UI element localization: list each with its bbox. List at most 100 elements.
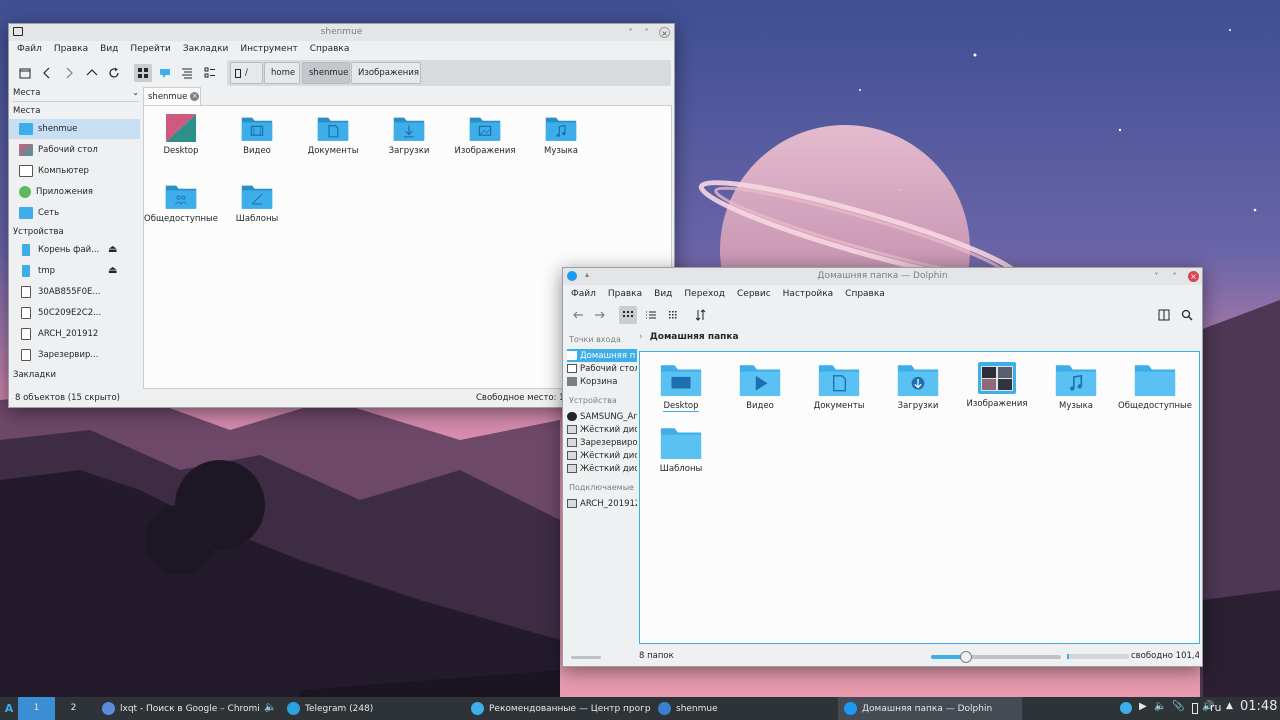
minimize-button[interactable]: ˅: [625, 27, 636, 38]
back-button[interactable]: [569, 306, 587, 324]
volume-icon[interactable]: 🔈: [264, 702, 276, 713]
icons-view-button[interactable]: [619, 306, 637, 324]
new-window-button[interactable]: [16, 64, 34, 82]
file-templates[interactable]: Шаблоны: [643, 424, 719, 474]
file-documents[interactable]: Документы: [801, 361, 877, 411]
close-button[interactable]: ×: [1188, 271, 1199, 282]
thumbnail-view-button[interactable]: [156, 64, 174, 82]
path-segment-pictures[interactable]: Изображения: [351, 62, 421, 84]
menu-file[interactable]: Файл: [17, 44, 42, 54]
search-button[interactable]: [1178, 306, 1196, 324]
device-hdd-2[interactable]: Жёсткий дис: [567, 449, 637, 462]
zoom-slider[interactable]: [931, 651, 1061, 663]
device-reserved[interactable]: Зарезервиро: [567, 436, 637, 449]
place-home[interactable]: Домашняя п: [567, 349, 637, 362]
breadcrumb-home[interactable]: Домашняя папка: [650, 332, 739, 342]
menu-help[interactable]: Справка: [310, 44, 350, 54]
place-network[interactable]: Сеть: [9, 203, 140, 223]
media-play-icon[interactable]: ▶: [1139, 701, 1147, 712]
file-downloads[interactable]: Загрузки: [880, 361, 956, 411]
file-pictures[interactable]: Изображения: [959, 361, 1035, 409]
tray-expand-icon[interactable]: ▲: [1226, 701, 1233, 711]
device-samsung[interactable]: SAMSUNG_Ar: [567, 410, 637, 423]
menu-view[interactable]: Вид: [654, 289, 672, 299]
place-applications[interactable]: Приложения: [9, 182, 140, 202]
eject-icon[interactable]: ⏏: [108, 265, 117, 276]
device-root[interactable]: Корень фай...: [9, 240, 140, 260]
file-desktop[interactable]: Desktop: [643, 361, 719, 412]
place-trash[interactable]: Корзина: [567, 375, 637, 388]
reload-button[interactable]: [105, 64, 123, 82]
file-music[interactable]: Музыка: [523, 114, 599, 156]
task-telegram[interactable]: Telegram (248): [281, 697, 463, 720]
tab-shenmue[interactable]: shenmue ×: [143, 87, 201, 105]
close-button[interactable]: ×: [659, 27, 670, 38]
path-segment-shenmue[interactable]: shenmue: [302, 62, 350, 84]
panel-resize-handle[interactable]: [571, 656, 601, 659]
menu-edit[interactable]: Правка: [54, 44, 88, 54]
task-dolphin[interactable]: Домашняя папка — Dolphin: [838, 697, 1022, 720]
menu-go[interactable]: Перейти: [130, 44, 171, 54]
clock[interactable]: 01:48: [1240, 699, 1277, 714]
menu-help[interactable]: Справка: [845, 289, 885, 299]
file-desktop[interactable]: Desktop: [143, 114, 219, 156]
file-templates[interactable]: Шаблоны: [219, 182, 295, 224]
forward-button[interactable]: [60, 64, 78, 82]
desktop-1-button[interactable]: 1: [18, 697, 55, 720]
icon-view-button[interactable]: [134, 64, 152, 82]
place-home[interactable]: shenmue: [9, 119, 140, 139]
device-arch[interactable]: ARCH_201912: [9, 324, 140, 344]
place-desktop[interactable]: Рабочий стол: [567, 362, 637, 375]
task-discover[interactable]: Рекомендованные — Центр програ...: [465, 697, 651, 720]
file-public[interactable]: Общедоступные: [1117, 361, 1193, 411]
compact-view-button[interactable]: [178, 64, 196, 82]
file-pictures[interactable]: Изображения: [447, 114, 523, 156]
update-tray-icon[interactable]: [1120, 702, 1132, 714]
back-button[interactable]: [38, 64, 56, 82]
split-view-button[interactable]: [1155, 306, 1173, 324]
keyboard-layout[interactable]: ru: [1210, 701, 1222, 714]
pcmanfm-titlebar[interactable]: shenmue ˅ ˄ ×: [9, 24, 674, 41]
detailed-view-button[interactable]: [201, 64, 219, 82]
device-arch[interactable]: ARCH_201912: [567, 497, 637, 510]
path-segment-home[interactable]: home: [264, 62, 300, 84]
task-pcmanfm[interactable]: shenmue: [652, 697, 836, 720]
details-view-button[interactable]: [664, 306, 682, 324]
eject-icon[interactable]: ⏏: [108, 244, 117, 255]
menu-view[interactable]: Вид: [100, 44, 118, 54]
device-hdd-1[interactable]: Жёсткий дис: [567, 423, 637, 436]
menu-settings[interactable]: Настройка: [783, 289, 834, 299]
sort-button[interactable]: [692, 306, 710, 324]
path-root-button[interactable]: /: [230, 62, 263, 84]
place-desktop[interactable]: Рабочий стол: [9, 140, 140, 160]
menu-go[interactable]: Переход: [684, 289, 725, 299]
place-computer[interactable]: Компьютер: [9, 161, 140, 181]
side-pane-selector[interactable]: Места ⌄: [13, 88, 139, 102]
volume-tray-icon[interactable]: 🔈: [1154, 701, 1166, 712]
file-documents[interactable]: Документы: [295, 114, 371, 156]
file-music[interactable]: Музыка: [1038, 361, 1114, 411]
menu-edit[interactable]: Правка: [608, 289, 642, 299]
zoom-slider-handle[interactable]: [960, 651, 973, 663]
menu-tools[interactable]: Сервис: [737, 289, 771, 299]
maximize-button[interactable]: ˄: [641, 27, 652, 38]
maximize-button[interactable]: ˄: [1169, 271, 1180, 282]
menu-bookmarks[interactable]: Закладки: [183, 44, 229, 54]
dolphin-titlebar[interactable]: ▴ Домашняя папка — Dolphin ˅ ˄ ×: [563, 268, 1202, 285]
compact-view-button[interactable]: [642, 306, 660, 324]
location-bar[interactable]: › Домашняя папка: [639, 332, 739, 342]
close-tab-icon[interactable]: ×: [190, 92, 200, 101]
device-hdd-3[interactable]: Жёсткий дис: [567, 462, 637, 475]
device-tmp[interactable]: tmp: [9, 261, 140, 281]
device-disk-1[interactable]: 30AB855F0E...: [9, 282, 140, 302]
desktop-2-button[interactable]: 2: [55, 697, 92, 720]
app-menu-button[interactable]: A: [0, 697, 18, 720]
file-video[interactable]: Видео: [722, 361, 798, 411]
menu-file[interactable]: Файл: [571, 289, 596, 299]
minimize-button[interactable]: ˅: [1151, 271, 1162, 282]
device-disk-2[interactable]: 50C209E2C2...: [9, 303, 140, 323]
attachment-icon[interactable]: 📎: [1172, 701, 1184, 712]
file-downloads[interactable]: Загрузки: [371, 114, 447, 156]
battery-icon[interactable]: [1192, 703, 1198, 714]
file-video[interactable]: Видео: [219, 114, 295, 156]
